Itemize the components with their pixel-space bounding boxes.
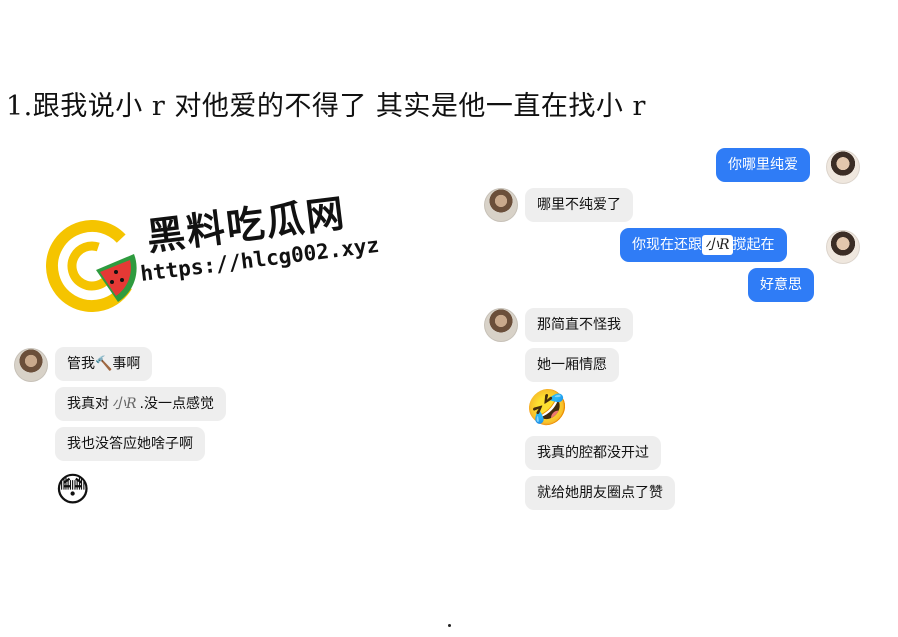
message-bubble: 管我🔨事啊 — [55, 347, 153, 381]
message-bubble: 我真的腔都没开过 — [525, 436, 661, 470]
handwritten-name: 小R — [702, 235, 733, 255]
watermark-logo — [46, 220, 138, 312]
avatar[interactable] — [484, 308, 518, 342]
message-bubble-outgoing: 好意思 — [748, 268, 814, 302]
message-text: 你现在还跟 — [632, 237, 702, 253]
avatar[interactable] — [826, 150, 860, 184]
flushed-face-emoji: 😳 — [55, 470, 91, 510]
page-headline: 1.跟我说小 r 对他爱的不得了 其实是他一直在找小 r — [6, 91, 646, 122]
handwritten-name: 小R — [112, 396, 137, 412]
message-bubble-outgoing: 你现在还跟 小R 搅起在 — [620, 228, 787, 262]
message-bubble: 我也没答应她啥子啊 — [55, 427, 205, 461]
page-dot — [448, 624, 451, 627]
avatar[interactable] — [826, 230, 860, 264]
message-bubble: 她一厢情愿 — [525, 348, 619, 382]
message-bubble-outgoing: 你哪里纯爱 — [716, 148, 810, 182]
rolling-laughing-emoji: 🤣 — [526, 388, 569, 428]
message-bubble: 哪里不纯爱了 — [525, 188, 633, 222]
message-bubble: 我真对 小R .没一点感觉 — [55, 387, 226, 421]
avatar[interactable] — [484, 188, 518, 222]
message-text: .没一点感觉 — [139, 396, 214, 412]
message-text: 我真对 — [67, 396, 109, 412]
message-bubble: 就给她朋友圈点了赞 — [525, 476, 675, 510]
message-bubble: 那简直不怪我 — [525, 308, 633, 342]
avatar[interactable] — [14, 348, 48, 382]
message-text: 搅起在 — [732, 237, 775, 253]
